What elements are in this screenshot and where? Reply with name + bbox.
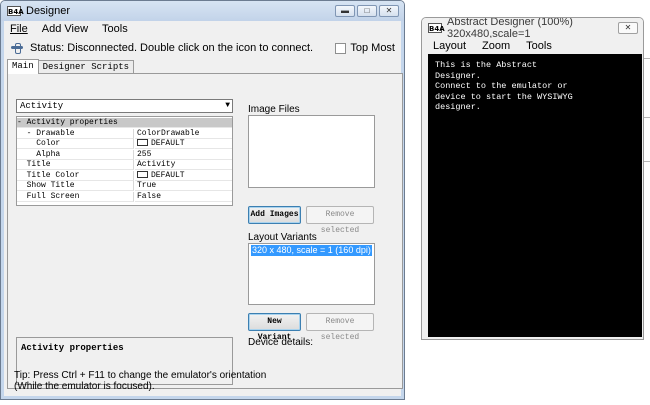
remove-selected-variant-button[interactable]: Remove selected — [306, 313, 374, 342]
close-icon[interactable]: ✕ — [618, 22, 638, 34]
window-title: Designer — [26, 5, 71, 17]
property-value[interactable]: DEFAULT — [135, 139, 232, 149]
tab-main[interactable]: Main — [7, 59, 39, 74]
property-value-text: Activity — [137, 160, 176, 169]
abstract-window-title: Abstract Designer (100%) 320x480,scale=1 — [447, 17, 573, 40]
view-select-value: Activity — [20, 101, 64, 111]
image-files-label: Image Files — [248, 104, 300, 115]
color-swatch — [137, 170, 148, 178]
view-select[interactable]: Activity ▼ — [16, 99, 233, 113]
menu-tools[interactable]: Tools — [102, 23, 128, 35]
property-value-text: DEFAULT — [151, 139, 185, 148]
property-row[interactable]: Full Screen False — [17, 191, 232, 202]
app-icon: B4A — [428, 23, 445, 33]
main-tab-panel: Activity ▼ - Activity properties - Drawa… — [7, 73, 403, 389]
property-name: Title Color — [17, 170, 134, 181]
property-row[interactable]: Title Color DEFAULT — [17, 170, 232, 181]
property-grid[interactable]: - Activity properties - Drawable ColorDra… — [16, 116, 233, 206]
menu-add-view[interactable]: Add View — [42, 23, 88, 35]
description-text: Activity properties — [21, 343, 124, 353]
tip-text-2: (While the emulator is focused). — [14, 381, 155, 392]
property-name: - Drawable — [17, 128, 134, 139]
property-row[interactable]: Show Title True — [17, 181, 232, 191]
chevron-down-icon[interactable]: ▼ — [225, 100, 230, 112]
property-name: Title — [17, 160, 134, 170]
new-variant-button[interactable]: New Variant — [248, 313, 301, 342]
menu-layout[interactable]: Layout — [433, 40, 466, 52]
color-swatch — [137, 139, 148, 146]
remove-selected-images-button[interactable]: Remove selected — [306, 206, 374, 235]
menu-zoom[interactable]: Zoom — [482, 40, 510, 52]
maximize-icon[interactable]: □ — [357, 5, 377, 17]
property-value-text: True — [137, 181, 157, 190]
layout-variants-list[interactable]: 320 x 480, scale = 1 (160 dpi) — [248, 243, 375, 305]
menu-bar: File Add View Tools — [4, 21, 401, 37]
property-name: Full Screen — [17, 191, 134, 202]
abstract-titlebar[interactable]: B4A Abstract Designer (100%) 320x480,sca… — [422, 17, 643, 40]
tab-designer-scripts[interactable]: Designer Scripts — [37, 60, 135, 74]
property-value-text: 255 — [137, 149, 152, 159]
designer-screen[interactable]: This is the Abstract Designer. Connect t… — [428, 54, 642, 337]
property-value-text: ColorDrawable — [137, 128, 200, 138]
add-images-button[interactable]: Add Images — [248, 206, 301, 224]
list-item[interactable]: 320 x 480, scale = 1 (160 dpi) — [251, 245, 372, 256]
property-value[interactable]: DEFAULT — [135, 170, 232, 181]
property-value[interactable]: True — [135, 181, 232, 191]
property-row[interactable]: Color DEFAULT — [17, 139, 232, 149]
property-value[interactable]: False — [135, 192, 232, 202]
plug-icon[interactable] — [10, 42, 24, 54]
designer-client: File Add View Tools Status: Disconnected… — [4, 21, 403, 396]
status-text: Status: Disconnected. Double click on th… — [30, 42, 314, 54]
abstract-client: Layout Zoom Tools This is the Abstract D… — [425, 38, 642, 337]
app-icon: B4A — [7, 6, 24, 16]
tab-strip: Main Designer Scripts — [7, 59, 135, 74]
abstract-menu-bar: Layout Zoom Tools — [425, 38, 640, 54]
device-details-label: Device details: — [248, 337, 314, 348]
property-name: - Activity properties — [17, 118, 232, 128]
property-row[interactable]: - Drawable ColorDrawable — [17, 128, 232, 139]
property-row[interactable]: Alpha 255 — [17, 149, 232, 160]
property-row[interactable]: - Activity properties — [17, 118, 232, 128]
property-value-text: DEFAULT — [151, 170, 185, 180]
menu-file[interactable]: File — [10, 23, 28, 35]
property-value[interactable]: ColorDrawable — [135, 129, 232, 139]
tip-text: Tip: Press Ctrl + F11 to change the emul… — [14, 370, 267, 381]
property-name: Alpha — [17, 149, 134, 160]
property-row[interactable]: Title Activity — [17, 160, 232, 170]
layout-variants-label: Layout Variants — [248, 232, 317, 243]
property-value-text: False — [137, 191, 162, 201]
top-most-label: Top Most — [350, 42, 395, 54]
designer-window: B4A Designer ▬ □ ✕ File Add View Tools S… — [0, 0, 405, 400]
property-value[interactable]: 255 — [135, 150, 232, 160]
designer-titlebar[interactable]: B4A Designer ▬ □ ✕ — [1, 1, 404, 21]
top-most-checkbox[interactable] — [335, 42, 347, 54]
image-files-list[interactable] — [248, 115, 375, 188]
property-name: Color — [17, 139, 134, 149]
top-most-toggle[interactable]: Top Most — [335, 42, 395, 54]
close-icon[interactable]: ✕ — [379, 5, 399, 17]
minimize-icon[interactable]: ▬ — [335, 5, 355, 17]
property-name: Show Title — [17, 181, 134, 191]
menu-tools[interactable]: Tools — [526, 40, 552, 52]
abstract-designer-window: B4A Abstract Designer (100%) 320x480,sca… — [421, 17, 644, 340]
property-value[interactable]: Activity — [135, 160, 232, 170]
